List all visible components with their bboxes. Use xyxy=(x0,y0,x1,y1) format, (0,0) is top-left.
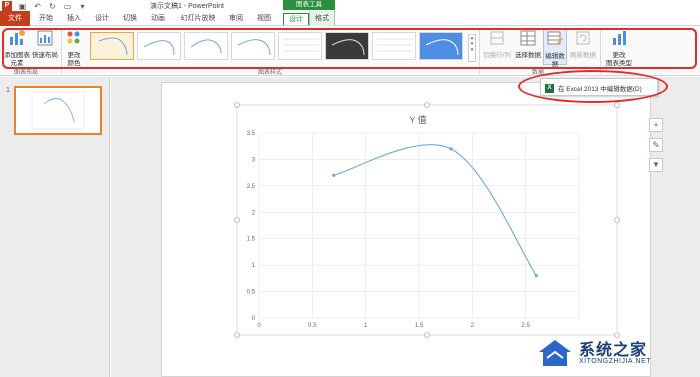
data-point[interactable] xyxy=(332,173,336,177)
customize-qa-icon[interactable]: ▾ xyxy=(78,2,87,11)
tab-slideshow[interactable]: 幻灯片放映 xyxy=(176,13,220,25)
watermark-chinese: 系统之家 xyxy=(579,340,648,359)
chart-frame xyxy=(236,104,618,336)
house-logo-icon xyxy=(539,340,571,366)
chart-filter-icon[interactable]: ▼ xyxy=(649,158,663,172)
chart-area[interactable]: Y 值 00.511.522.533.5 0 0.5 1 1.5 2 2.5 xyxy=(234,102,620,338)
data-point[interactable] xyxy=(449,147,453,151)
undo-icon[interactable]: ↶ xyxy=(33,2,42,11)
highlight-menu-annotation xyxy=(518,70,668,103)
x-tick-label: 2.5 xyxy=(521,323,530,329)
x-tick-label: 0.5 xyxy=(308,323,317,329)
chart-elements-plus-icon[interactable]: + xyxy=(649,118,663,132)
y-tick-label: 0.5 xyxy=(247,290,256,296)
quick-access-toolbar: P ▣ ↶ ↻ ▭ ▾ xyxy=(2,1,87,11)
present-icon[interactable]: ▭ xyxy=(63,2,72,11)
slide-thumbnail[interactable] xyxy=(14,86,102,135)
slides-thumbnail-pane: 1 xyxy=(0,77,110,377)
tab-file[interactable]: 文件 xyxy=(0,11,30,26)
ribbon-tabs: 文件 开始 插入 设计 切换 动画 幻灯片放映 审阅 视图 设计 格式 xyxy=(0,11,700,26)
tab-home[interactable]: 开始 xyxy=(36,13,56,25)
chart-title: Y 值 xyxy=(409,114,426,125)
tab-review[interactable]: 审阅 xyxy=(226,13,246,25)
tab-chart-design[interactable]: 设计 xyxy=(283,13,309,25)
watermark-english: XITONGZHIJIA.NET xyxy=(579,358,652,365)
window-title: 演示文稿1 - PowerPoint xyxy=(150,3,224,10)
chart-tools-label: 图表工具 xyxy=(283,0,335,10)
save-icon[interactable]: ▣ xyxy=(18,2,27,11)
x-tick-label: 1.5 xyxy=(415,323,424,329)
redo-icon[interactable]: ↻ xyxy=(48,2,57,11)
site-watermark: 系统之家 XITONGZHIJIA.NET xyxy=(535,330,695,374)
tab-design[interactable]: 设计 xyxy=(92,13,112,25)
powerpoint-logo-icon: P xyxy=(2,1,12,11)
y-tick-label: 2.5 xyxy=(247,184,256,190)
data-point[interactable] xyxy=(534,274,538,278)
y-tick-label: 3.5 xyxy=(247,131,256,137)
tab-animations[interactable]: 动画 xyxy=(148,13,168,25)
tab-view[interactable]: 视图 xyxy=(254,13,274,25)
tab-insert[interactable]: 插入 xyxy=(64,13,84,25)
chart-styles-brush-icon[interactable]: ✎ xyxy=(649,138,663,152)
tab-chart-format[interactable]: 格式 xyxy=(309,11,335,26)
slide-number: 1 xyxy=(6,87,10,94)
tab-transitions[interactable]: 切换 xyxy=(120,13,140,25)
highlight-ribbon-annotation xyxy=(2,28,697,69)
y-tick-label: 1.5 xyxy=(247,237,256,243)
